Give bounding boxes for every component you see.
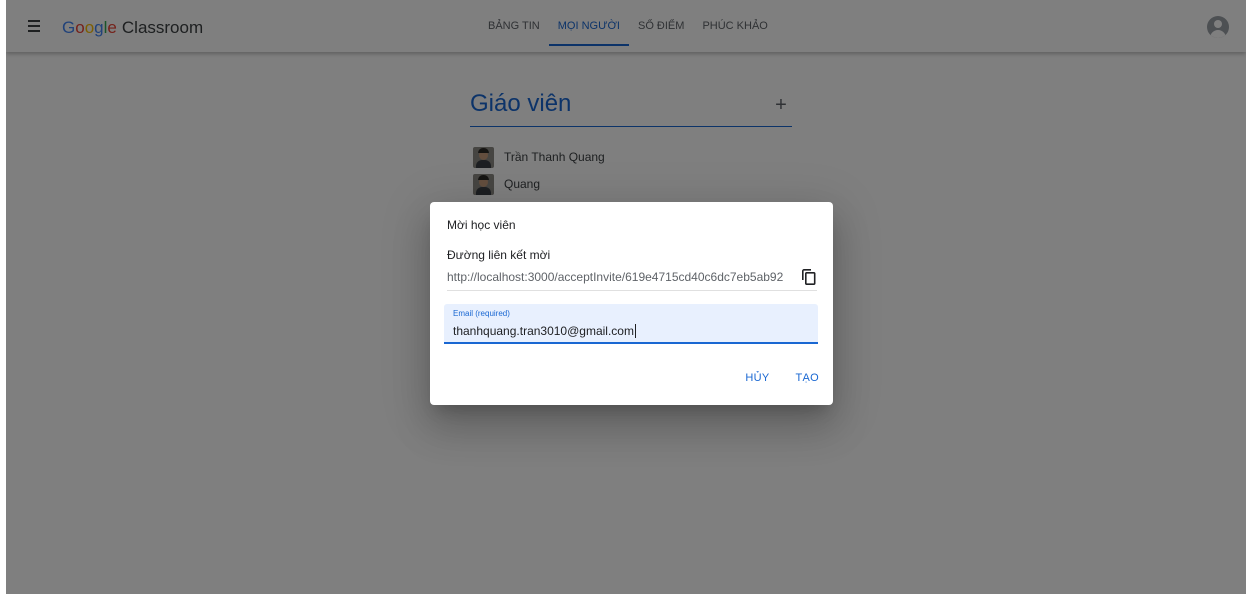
email-field[interactable]: Email (required) (444, 304, 818, 344)
dialog-actions: HỦY TẠO (745, 372, 819, 384)
app-frame: GoogleClassroom BẢNG TIN MỌI NGƯỜI SỔ ĐI… (6, 0, 1246, 594)
email-input[interactable] (453, 322, 803, 340)
create-button[interactable]: TẠO (795, 372, 819, 384)
cancel-button[interactable]: HỦY (745, 372, 769, 384)
email-field-label: Email (required) (453, 309, 510, 318)
invite-link-text[interactable]: http://localhost:3000/acceptInvite/619e4… (447, 270, 783, 284)
invite-student-dialog: Mời học viên Đường liên kết mời http://l… (430, 202, 833, 405)
text-caret (635, 324, 636, 338)
invite-link-label: Đường liên kết mời (447, 248, 551, 262)
dialog-title: Mời học viên (447, 218, 516, 232)
invite-link-row: http://localhost:3000/acceptInvite/619e4… (447, 266, 817, 291)
copy-icon[interactable] (802, 269, 816, 285)
